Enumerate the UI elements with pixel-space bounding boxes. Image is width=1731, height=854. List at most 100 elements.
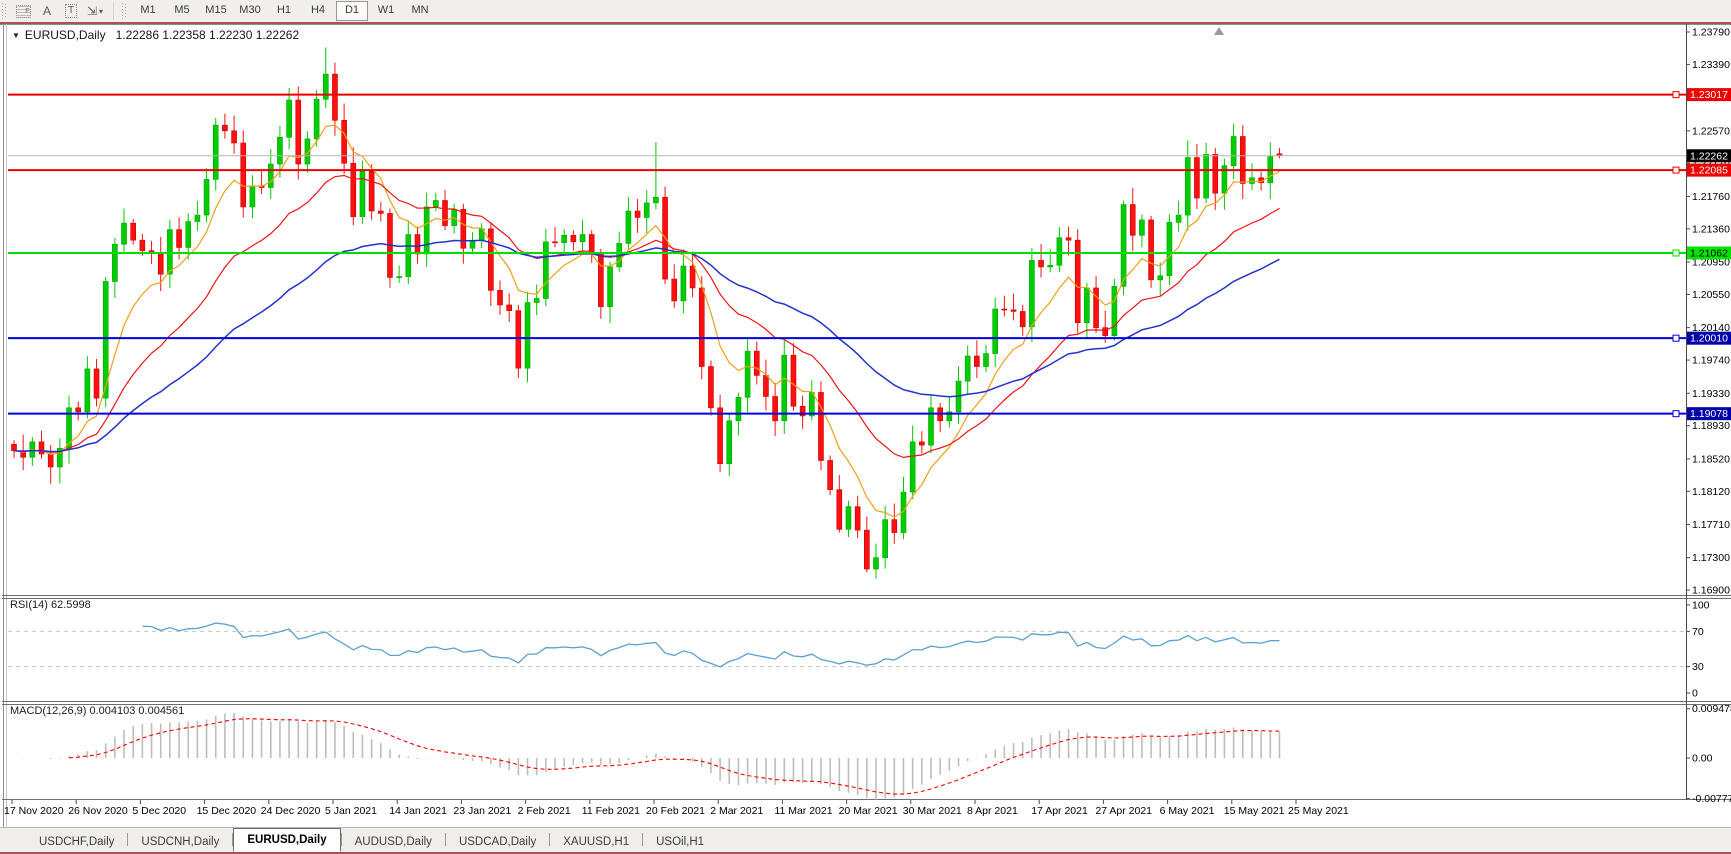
- candle-body: [1029, 260, 1034, 326]
- chart-symbol-period: EURUSD,Daily: [25, 28, 106, 42]
- candle-body: [277, 137, 282, 164]
- candle-body: [864, 530, 869, 569]
- candle-body: [883, 520, 888, 558]
- candle-body: [516, 311, 521, 369]
- date-tick-label: 27 Apr 2021: [1095, 805, 1152, 817]
- level-line-handle[interactable]: [1673, 250, 1679, 256]
- chart-tab-xauusd-h1[interactable]: XAUUSD,H1: [550, 832, 642, 852]
- symbol-tab-bar: USDCHF,DailyUSDCNH,DailyEURUSD,DailyAUDU…: [0, 827, 1731, 852]
- candle-body: [351, 163, 356, 216]
- candle-body: [782, 355, 787, 421]
- candle-body: [112, 244, 117, 281]
- price-tick-label: 1.19330: [1692, 388, 1730, 400]
- price-tick-label: 1.18930: [1692, 420, 1730, 432]
- candle-body: [1039, 260, 1044, 266]
- candle-body: [76, 408, 81, 412]
- candle-body: [442, 200, 447, 225]
- date-tick-label: 15 Dec 2020: [197, 805, 257, 817]
- candle-body: [553, 242, 558, 243]
- candle-body: [580, 235, 585, 242]
- date-tick-label: 20 Mar 2021: [839, 805, 898, 817]
- chart-tab-audusd-daily[interactable]: AUDUSD,Daily: [342, 832, 445, 852]
- price-tick-label: 1.22570: [1692, 125, 1730, 137]
- rsi-scale-label: 0: [1692, 688, 1698, 700]
- chart-tab-usdcad-daily[interactable]: USDCAD,Daily: [446, 832, 549, 852]
- date-tick-label: 15 May 2021: [1224, 805, 1285, 817]
- price-tick-label: 1.23790: [1692, 27, 1730, 39]
- price-tick-label: 1.16900: [1692, 585, 1730, 597]
- price-tick-label: 1.17300: [1692, 552, 1730, 564]
- level-line-handle[interactable]: [1673, 167, 1679, 173]
- candle-body: [186, 222, 191, 248]
- chart-tab-usdchf-daily[interactable]: USDCHF,Daily: [26, 832, 127, 852]
- candle-body: [314, 99, 319, 139]
- candle-body: [1185, 158, 1190, 216]
- candle-body: [39, 442, 44, 454]
- date-tick-label: 23 Jan 2021: [453, 805, 511, 817]
- rsi-panel-title: RSI(14) 62.5998: [10, 599, 91, 611]
- candle-body: [791, 355, 796, 406]
- candle-body: [525, 303, 530, 369]
- candle-body: [653, 197, 658, 203]
- candle-body: [892, 520, 897, 533]
- date-tick-label: 30 Mar 2021: [903, 805, 962, 817]
- level-price-tag-label: 1.20010: [1690, 333, 1728, 345]
- candle-body: [846, 507, 851, 530]
- candle-body: [773, 397, 778, 421]
- candle-body: [1057, 238, 1062, 266]
- chart-tab-usdcnh-daily[interactable]: USDCNH,Daily: [128, 832, 232, 852]
- candle-body: [488, 229, 493, 291]
- candle-body: [85, 369, 90, 412]
- candle-body: [332, 74, 337, 120]
- chart-tab-eurusd-daily[interactable]: EURUSD,Daily: [233, 828, 340, 852]
- chart-canvas[interactable]: 1.237901.233901.229901.225701.221701.217…: [0, 0, 1731, 854]
- candle-body: [690, 266, 695, 288]
- candle-body: [818, 392, 823, 460]
- candle-body: [919, 442, 924, 445]
- candle-body: [204, 179, 209, 215]
- current-price-tag-label: 1.22262: [1690, 150, 1728, 162]
- date-tick-label: 2 Feb 2021: [518, 805, 571, 817]
- candle-body: [754, 351, 759, 375]
- price-tick-label: 1.23390: [1692, 59, 1730, 71]
- candle-body: [1240, 136, 1245, 183]
- date-tick-label: 5 Jan 2021: [325, 805, 377, 817]
- candle-body: [424, 207, 429, 254]
- price-tick-label: 1.18520: [1692, 453, 1730, 465]
- level-line-handle[interactable]: [1673, 92, 1679, 98]
- candle-body: [1213, 154, 1218, 193]
- candle-body: [635, 211, 640, 217]
- candle-body: [232, 131, 237, 143]
- level-line-handle[interactable]: [1673, 411, 1679, 417]
- chart-tab-usoil-h1[interactable]: USOil,H1: [643, 832, 717, 852]
- candle-body: [287, 100, 292, 137]
- candle-body: [974, 356, 979, 367]
- candle-body: [158, 253, 163, 274]
- level-line-handle[interactable]: [1673, 335, 1679, 341]
- level-price-tag-label: 1.22085: [1690, 165, 1728, 177]
- candle-body: [415, 235, 420, 254]
- candle-body: [12, 444, 17, 450]
- candle-body: [94, 369, 99, 398]
- trading-terminal: FAT⇲▾ M1M5M15M30H1H4D1W1MN 1.237901.2339…: [0, 0, 1731, 854]
- candle-body: [461, 209, 466, 248]
- candle-body: [562, 235, 567, 242]
- candle-body: [1139, 220, 1144, 235]
- candle-body: [608, 267, 613, 307]
- level-price-tag-label: 1.19078: [1690, 408, 1728, 420]
- candle-body: [1176, 215, 1181, 222]
- candle-body: [1167, 222, 1172, 275]
- level-price-tag-label: 1.21062: [1690, 247, 1728, 259]
- candle-body: [543, 242, 548, 299]
- candle-body: [708, 367, 713, 408]
- candle-body: [718, 408, 723, 464]
- candle-body: [342, 120, 347, 163]
- candle-body: [745, 351, 750, 397]
- candle-body: [837, 490, 842, 530]
- candle-body: [984, 354, 989, 367]
- date-tick-label: 11 Feb 2021: [582, 805, 640, 817]
- date-tick-label: 2 Mar 2021: [710, 805, 763, 817]
- symbol-dropdown-icon[interactable]: ▼: [12, 31, 20, 40]
- date-tick-label: 6 May 2021: [1160, 805, 1215, 817]
- candle-body: [268, 164, 273, 187]
